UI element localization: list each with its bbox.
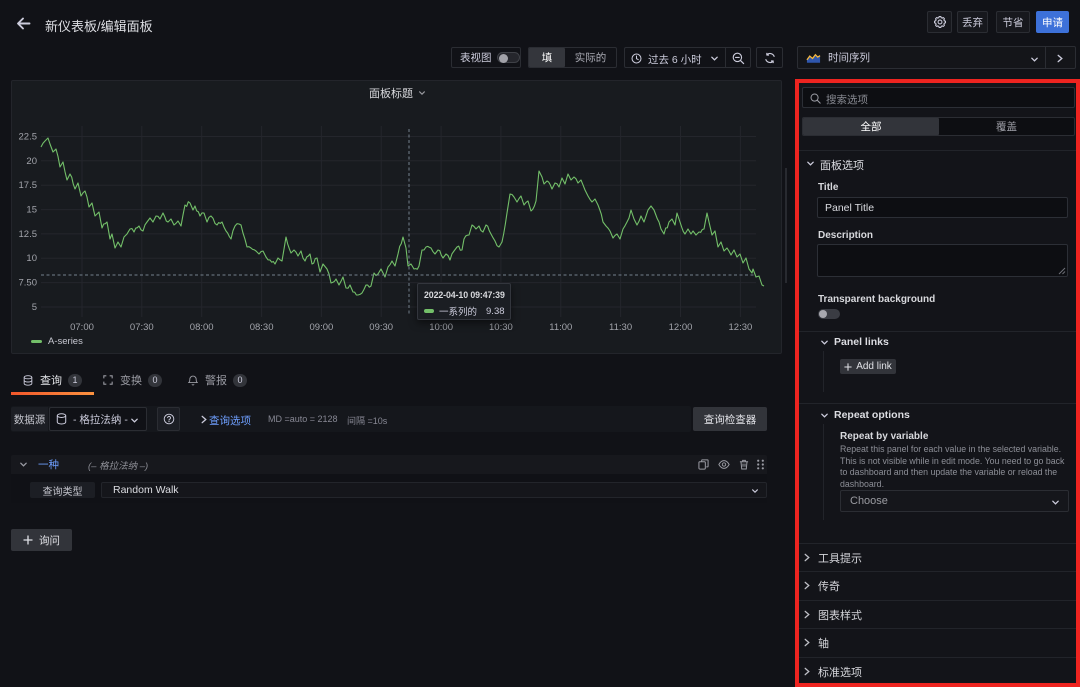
svg-text:11:00: 11:00	[549, 322, 572, 333]
svg-text:11:30: 11:30	[609, 322, 632, 333]
svg-text:07:30: 07:30	[130, 322, 154, 333]
svg-text:09:30: 09:30	[369, 322, 393, 333]
svg-text:15: 15	[26, 205, 37, 216]
svg-text:08:00: 08:00	[190, 322, 214, 333]
svg-text:20: 20	[26, 156, 37, 167]
svg-text:5: 5	[32, 302, 37, 313]
svg-text:17.5: 17.5	[19, 180, 38, 191]
svg-text:22.5: 22.5	[19, 132, 38, 143]
svg-text:10: 10	[26, 253, 37, 264]
svg-text:07:00: 07:00	[70, 322, 94, 333]
svg-text:12.5: 12.5	[19, 229, 38, 240]
svg-text:7.50: 7.50	[19, 278, 38, 289]
svg-text:10:30: 10:30	[489, 322, 513, 333]
svg-text:09:00: 09:00	[310, 322, 334, 333]
svg-text:12:00: 12:00	[669, 322, 693, 333]
svg-text:12:30: 12:30	[729, 322, 753, 333]
svg-text:08:30: 08:30	[250, 322, 274, 333]
svg-text:10:00: 10:00	[429, 322, 453, 333]
